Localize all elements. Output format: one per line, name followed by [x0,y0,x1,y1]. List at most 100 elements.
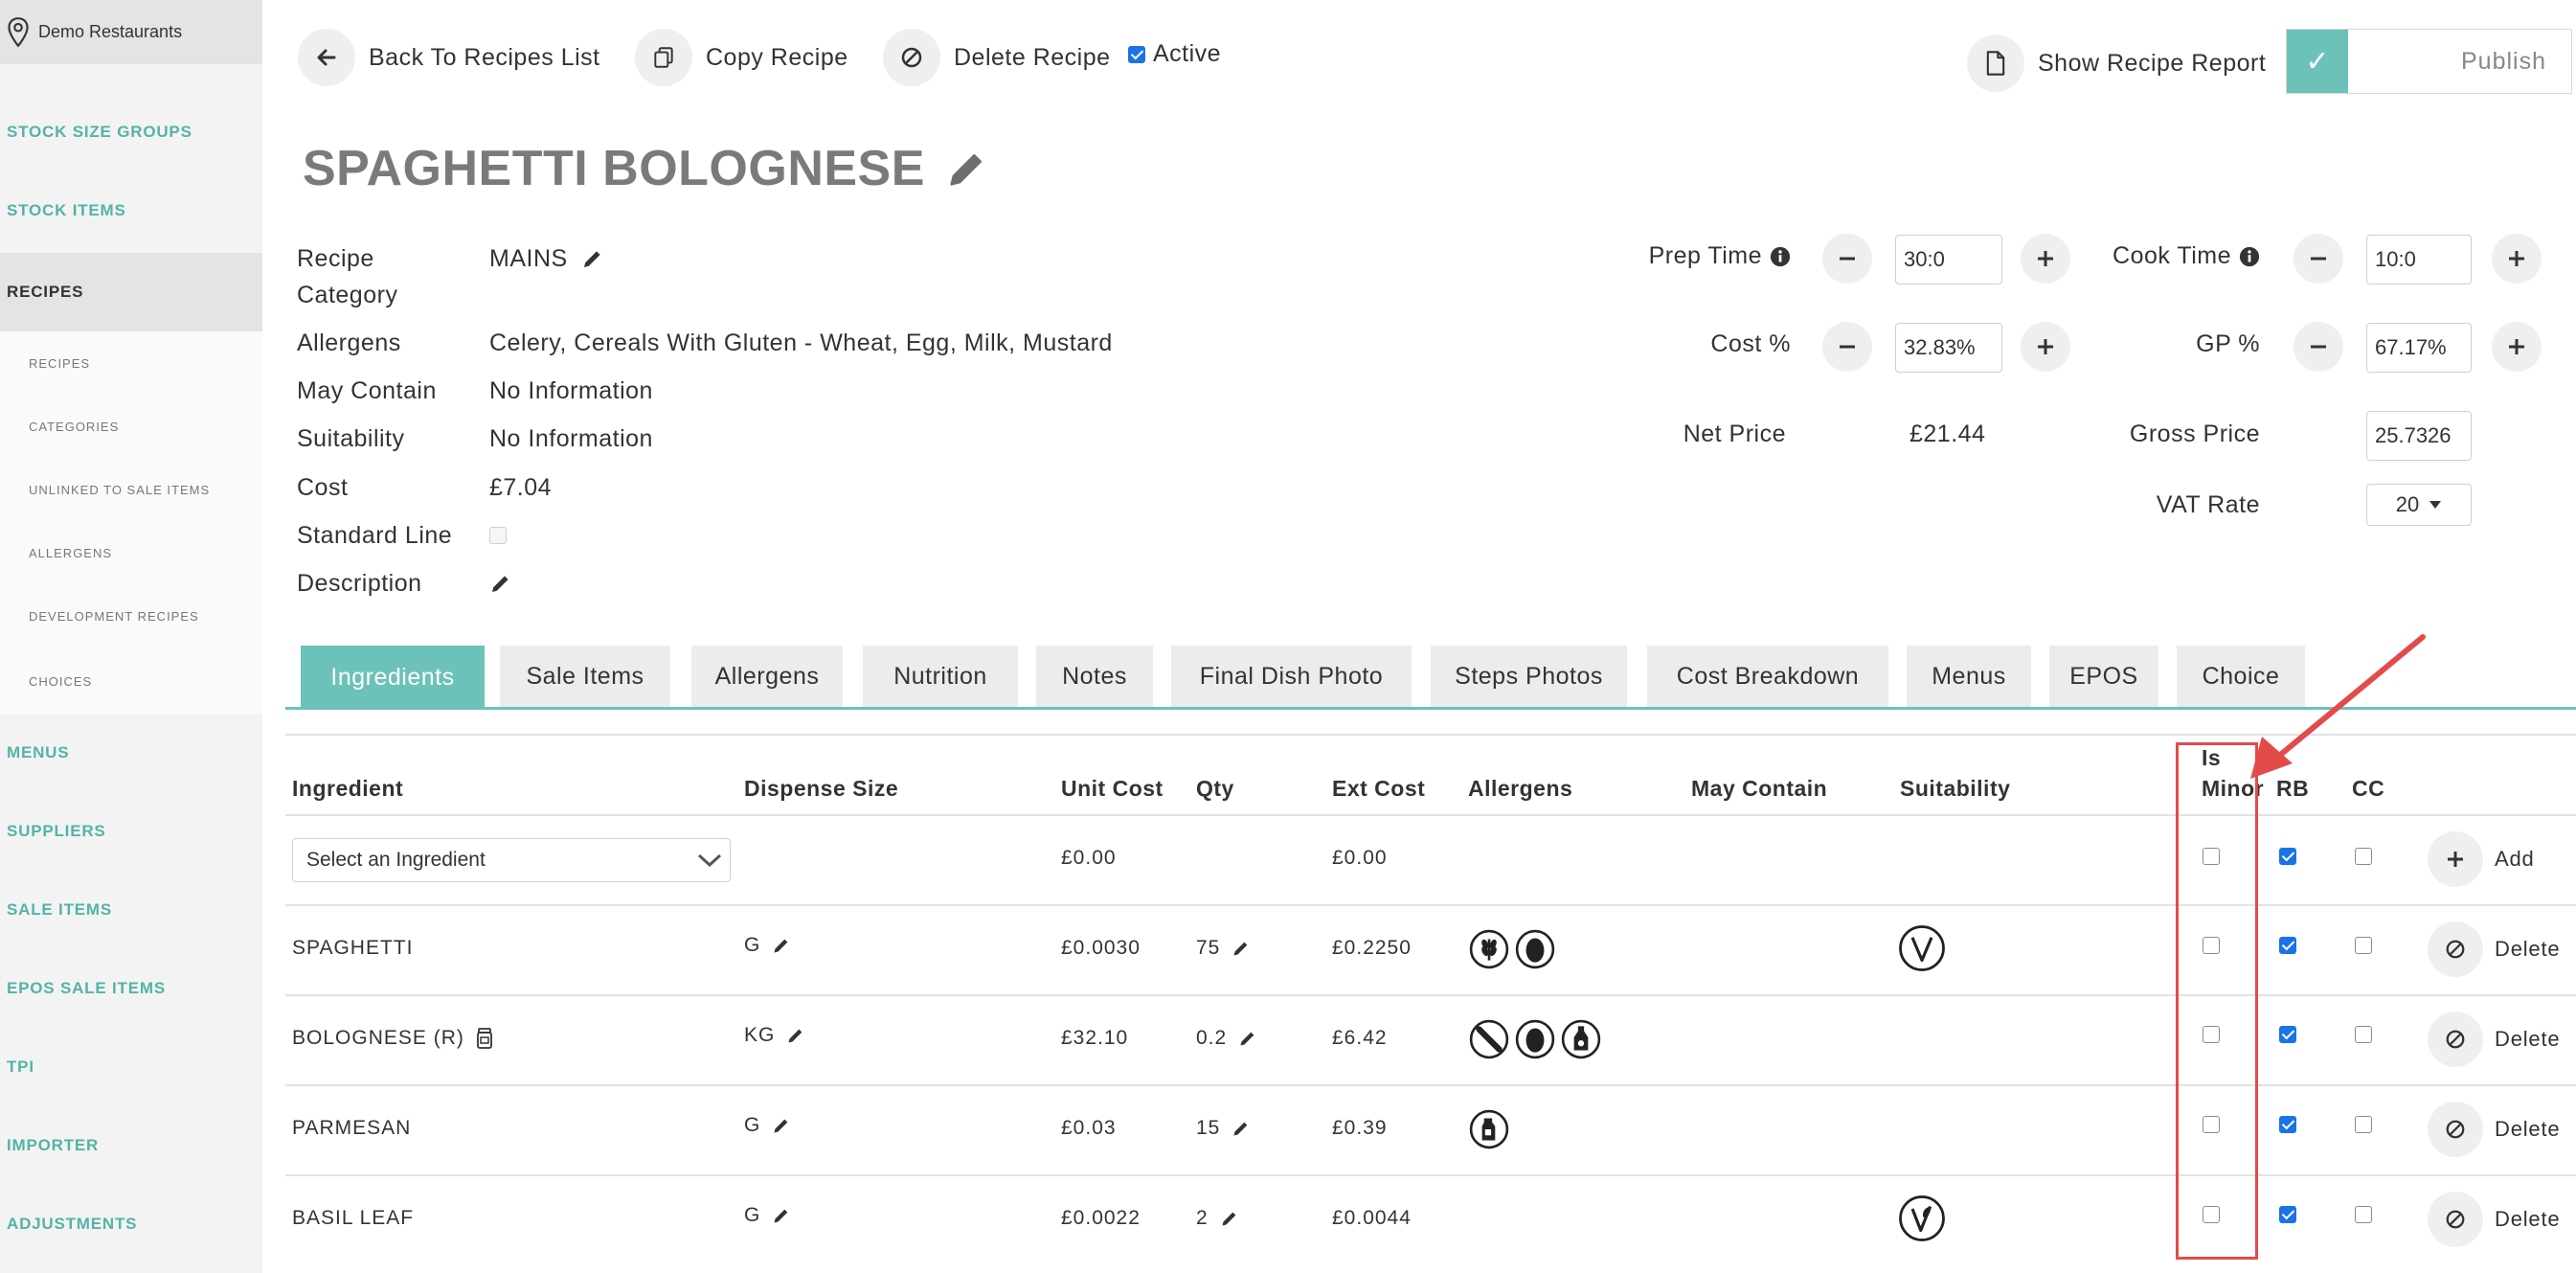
prep-time-increase-button[interactable] [2021,234,2070,284]
edit-pencil-icon[interactable] [772,936,791,955]
sidebar-subitem-categories[interactable]: CATEGORIES [0,395,262,458]
tab-final-dish-photo[interactable]: Final Dish Photo [1171,646,1412,707]
vat-rate-select[interactable]: 20 [2366,484,2472,526]
qty-cell: 15 [1196,1117,1251,1140]
tab-cost-breakdown[interactable]: Cost Breakdown [1647,646,1888,707]
cc-checkbox[interactable] [2355,1026,2372,1043]
sidebar-item-importer[interactable]: IMPORTER [0,1123,262,1169]
rb-checkbox[interactable] [2279,1026,2296,1043]
recipe-jar-icon[interactable] [476,1027,493,1050]
unit-cost-value: £0.03 [1061,1117,1117,1139]
col-ext-cost: Ext Cost [1332,776,1426,801]
rb-checkbox[interactable] [2279,1116,2296,1133]
cc-checkbox[interactable] [2355,1206,2372,1223]
sidebar-subitem-choices[interactable]: CHOICES [0,648,262,715]
sidebar-item-suppliers[interactable]: SUPPLIERS [0,808,262,854]
new-row-ext-cost: £0.00 [1332,847,1388,869]
sidebar-item-epos-sale-items[interactable]: EPOS SALE ITEMS [0,966,262,1012]
tab-menus[interactable]: Menus [1907,646,2031,707]
publish-toggle[interactable]: ✓ Publish [2286,29,2572,94]
gross-price-input[interactable]: 25.7326 [2366,411,2472,461]
gp-pct-input[interactable]: 67.17% [2366,323,2472,373]
tab-sale-items[interactable]: Sale Items [500,646,670,707]
gp-pct-increase-button[interactable] [2492,322,2542,372]
tab-epos[interactable]: EPOS [2049,646,2158,707]
info-icon[interactable] [2239,246,2260,267]
delete-ingredient-button[interactable]: Delete [2428,1192,2560,1247]
sidebar-item-adjustments[interactable]: ADJUSTMENTS [0,1201,262,1247]
delete-ingredient-button[interactable]: Delete [2428,1102,2560,1157]
chevron-down-icon [697,853,722,868]
ingredient-select[interactable]: Select an Ingredient [292,838,731,882]
delete-recipe-button[interactable]: Delete Recipe [883,29,1111,86]
gp-pct-decrease-button[interactable] [2294,322,2343,372]
sidebar-item-sale-items[interactable]: SALE ITEMS [0,887,262,933]
prep-time-input[interactable]: 30:0 [1895,235,2002,284]
cc-checkbox[interactable] [2355,1116,2372,1133]
location-selector[interactable]: Demo Restaurants [0,0,262,64]
standard-line-checkbox[interactable] [489,527,507,544]
active-checkbox[interactable] [1128,45,1145,63]
allergens-value: Celery, Cereals With Gluten - Wheat, Egg… [489,330,1113,356]
cost-pct-increase-button[interactable] [2021,322,2070,372]
edit-pencil-icon[interactable] [786,1026,805,1045]
sidebar-subitem-allergens[interactable]: ALLERGENS [0,521,262,584]
allergen-icons [1469,929,1555,969]
cook-time-input[interactable]: 10:0 [2366,235,2472,284]
sidebar-item-stock-items[interactable]: STOCK ITEMS [0,188,262,234]
copy-recipe-label: Copy Recipe [706,43,848,71]
delete-ingredient-button[interactable]: Delete [2428,1012,2560,1067]
edit-pencil-icon[interactable] [772,1206,791,1225]
tab-ingredients[interactable]: Ingredients [301,646,485,709]
active-toggle[interactable]: Active [1128,40,1221,68]
tab-allergens[interactable]: Allergens [691,646,843,707]
qty-cell: 0.2 [1196,1027,1257,1050]
col-unit-cost: Unit Cost [1061,776,1164,801]
cook-time-field-label: Cook Time [2078,242,2260,270]
edit-pencil-icon[interactable] [1238,1029,1257,1048]
info-icon[interactable] [1770,246,1791,267]
new-row-rb-checkbox[interactable] [2279,848,2296,865]
sidebar-subitem-unlinked[interactable]: UNLINKED TO SALE ITEMS [0,458,262,521]
tab-steps-photos[interactable]: Steps Photos [1431,646,1627,707]
standard-line-label: Standard Line [297,522,453,549]
cost-pct-decrease-button[interactable] [1822,322,1872,372]
qty-value: 0.2 [1196,1027,1228,1049]
show-recipe-report-button[interactable]: Show Recipe Report [1967,34,2266,92]
sidebar-item-stock-size-groups[interactable]: STOCK SIZE GROUPS [0,109,262,155]
edit-pencil-icon[interactable] [1232,939,1251,958]
edit-title-pencil-icon[interactable] [946,148,988,190]
rb-checkbox[interactable] [2279,937,2296,954]
may-contain-value: No Information [489,377,653,404]
allergen-icons [1469,1019,1601,1059]
cook-time-decrease-button[interactable] [2294,234,2343,284]
tab-notes[interactable]: Notes [1036,646,1153,707]
copy-recipe-button[interactable]: Copy Recipe [635,29,848,86]
net-price-value: £21.44 [1909,421,1986,447]
edit-pencil-icon[interactable] [1232,1119,1251,1138]
new-row-cc-checkbox[interactable] [2355,848,2372,865]
edit-category-pencil-icon[interactable] [581,247,604,270]
sidebar: Demo Restaurants STOCK SIZE GROUPS STOCK… [0,0,262,1273]
sidebar-item-recipes[interactable]: RECIPES [0,253,262,331]
back-to-recipes-button[interactable]: Back To Recipes List [298,29,600,86]
may-contain-label: May Contain [297,377,437,404]
edit-pencil-icon[interactable] [1220,1209,1239,1228]
delete-ingredient-button[interactable]: Delete [2428,921,2560,977]
rb-checkbox[interactable] [2279,1206,2296,1223]
sidebar-item-tpi[interactable]: TPI [0,1044,262,1090]
prep-time-decrease-button[interactable] [1822,234,1872,284]
cc-checkbox[interactable] [2355,937,2372,954]
unit-cost-value: £0.0030 [1061,937,1141,959]
cost-pct-input[interactable]: 32.83% [1895,323,2002,373]
sidebar-subitem-recipes[interactable]: RECIPES [0,331,262,395]
ingredient-name: BOLOGNESE (R) [292,1027,464,1049]
cook-time-increase-button[interactable] [2492,234,2542,284]
tab-nutrition[interactable]: Nutrition [863,646,1018,707]
add-ingredient-button[interactable]: Add [2428,831,2535,887]
edit-pencil-icon[interactable] [772,1116,791,1135]
sidebar-subitem-development-recipes[interactable]: DEVELOPMENT RECIPES [0,584,262,648]
edit-description-pencil-icon[interactable] [489,572,512,595]
sidebar-item-menus[interactable]: MENUS [0,730,262,776]
qty-value: 15 [1196,1117,1221,1139]
